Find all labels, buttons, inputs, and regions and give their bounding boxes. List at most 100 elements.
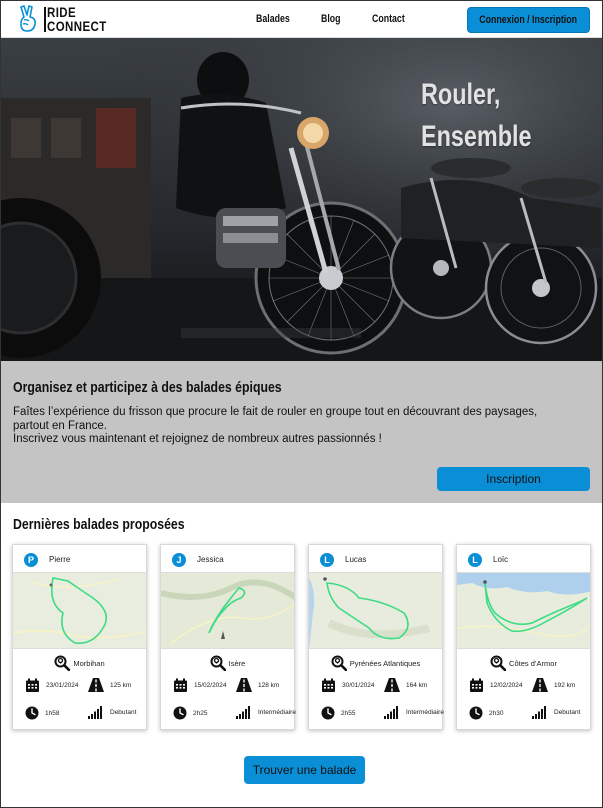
- nav-balades[interactable]: Balades: [256, 13, 290, 25]
- ride-card-4[interactable]: L Loïc Côtes d’Armor 12/02/2024 192 km 2…: [456, 544, 591, 730]
- card-duration: 2h55: [341, 709, 356, 717]
- hero-title: Rouler, Ensemble: [421, 74, 532, 158]
- route-map-image: [457, 573, 590, 648]
- card-distance: 125 km: [110, 681, 132, 689]
- duration-stat: 2h55: [321, 706, 355, 720]
- card-header: P Pierre: [13, 545, 146, 572]
- card-username: Loïc: [493, 555, 509, 564]
- card-username: Pierre: [49, 555, 71, 564]
- avatar-initial: J: [176, 555, 182, 565]
- distance-stat: 128 km: [236, 678, 279, 692]
- route-map-image: [161, 573, 294, 648]
- distance-stat: 164 km: [384, 678, 427, 692]
- avatar-initial: L: [324, 555, 330, 565]
- hero-banner: Rouler, Ensemble: [1, 38, 602, 361]
- card-header: J Jessica: [161, 545, 294, 572]
- card-date: 15/02/2024: [194, 682, 227, 689]
- route-map-image: [13, 573, 146, 648]
- route-map: [13, 572, 146, 649]
- signal-level-icon: [384, 706, 398, 719]
- date-stat: 30/01/2024: [321, 678, 375, 693]
- distance-stat: 192 km: [532, 678, 575, 692]
- duration-stat: 2h25: [173, 706, 207, 720]
- signal-level-icon: [532, 706, 546, 719]
- card-duration: 1h58: [45, 709, 60, 717]
- map-search-icon: [490, 655, 507, 671]
- route-map-image: [309, 573, 442, 648]
- map-search-icon: [54, 655, 71, 671]
- route-map: [309, 572, 442, 649]
- intro-section: Organisez et participez à des balades ép…: [1, 361, 602, 503]
- route-map: [161, 572, 294, 649]
- clock-icon: [469, 706, 483, 720]
- login-signup-button[interactable]: Connexion / Inscription: [467, 7, 590, 33]
- card-date: 23/01/2024: [46, 682, 79, 689]
- find-ride-button[interactable]: Trouver une balade: [244, 756, 365, 784]
- clock-icon: [173, 706, 187, 720]
- distance-stat: 125 km: [88, 678, 131, 692]
- level-stat: Intermédiaire: [384, 705, 444, 719]
- card-distance: 128 km: [258, 681, 280, 689]
- map-search-icon: [210, 655, 226, 671]
- latest-rides-title: Dernières balades proposées: [13, 516, 185, 533]
- date-stat: 23/01/2024: [25, 678, 79, 693]
- peace-hand-icon: [20, 5, 36, 32]
- card-level: Debutant: [554, 708, 581, 716]
- nav-contact[interactable]: Contact: [372, 13, 405, 25]
- calendar-icon: [470, 678, 483, 692]
- card-duration: 2h25: [193, 709, 208, 717]
- date-stat: 15/02/2024: [173, 678, 227, 693]
- nav-blog[interactable]: Blog: [321, 13, 341, 25]
- card-distance: 164 km: [406, 681, 428, 689]
- location-row: Isère: [161, 654, 294, 672]
- logo-line-connect: CONNECT: [47, 18, 107, 34]
- signal-level-icon: [88, 706, 102, 719]
- duration-stat: 2h30: [469, 706, 503, 720]
- calendar-icon: [26, 678, 39, 692]
- intro-text-line2: Inscrivez vous maintenant et rejoignez d…: [13, 433, 382, 445]
- location-row: Morbihan: [13, 654, 146, 672]
- logo-line-ride: RIDE: [47, 4, 77, 20]
- card-location: Isère: [228, 658, 246, 668]
- location-row: Côtes d’Armor: [457, 654, 590, 672]
- duration-stat: 1h58: [25, 706, 59, 720]
- hero-title-line2: Ensemble: [421, 120, 532, 153]
- ride-card-1[interactable]: P Pierre Morbihan 23/01/2024 125 km 1h58…: [12, 544, 147, 730]
- card-duration: 2h30: [489, 709, 504, 717]
- card-location: Pyrénées Atlantiques: [349, 658, 421, 668]
- road-icon: [236, 678, 252, 692]
- card-header: L Lucas: [309, 545, 442, 572]
- level-stat: Debutant: [532, 705, 580, 719]
- avatar: J: [172, 553, 186, 567]
- signup-button[interactable]: Inscription: [437, 467, 590, 491]
- ride-card-3[interactable]: L Lucas Pyrénées Atlantiques 30/01/2024: [308, 544, 444, 730]
- date-stat: 12/02/2024: [469, 678, 523, 693]
- card-date: 30/01/2024: [342, 682, 375, 689]
- card-location: Morbihan: [73, 658, 105, 668]
- logo-divider: [44, 7, 46, 32]
- location-row: Pyrénées Atlantiques: [309, 654, 442, 672]
- avatar: L: [468, 553, 482, 567]
- card-username: Lucas: [345, 555, 367, 564]
- card-level: Intermédiaire: [406, 708, 444, 716]
- road-icon: [384, 678, 400, 692]
- intro-text-line1: Faîtes l’expérience du frisson que procu…: [13, 406, 538, 432]
- avatar: P: [24, 553, 38, 567]
- logo-text: RIDE CONNECT: [47, 5, 107, 33]
- level-stat: Debutant: [88, 705, 136, 719]
- ride-card-2[interactable]: J Jessica Isère 15/02/2024 128 km 2h25 I…: [160, 544, 296, 730]
- level-stat: Intermédiaire: [236, 705, 296, 719]
- card-level: Intermédiaire: [258, 708, 296, 716]
- card-distance: 192 km: [554, 681, 576, 689]
- clock-icon: [321, 706, 335, 720]
- road-icon: [532, 678, 548, 692]
- road-icon: [88, 678, 104, 692]
- intro-title: Organisez et participez à des balades ép…: [13, 379, 282, 396]
- route-map: [457, 572, 590, 649]
- card-header: L Loïc: [457, 545, 590, 572]
- logo[interactable]: RIDE CONNECT: [17, 5, 117, 35]
- site-header: RIDE CONNECT Balades Blog Contact Connex…: [1, 1, 602, 38]
- map-search-icon: [331, 655, 347, 671]
- card-username: Jessica: [197, 555, 224, 564]
- calendar-icon: [174, 678, 187, 692]
